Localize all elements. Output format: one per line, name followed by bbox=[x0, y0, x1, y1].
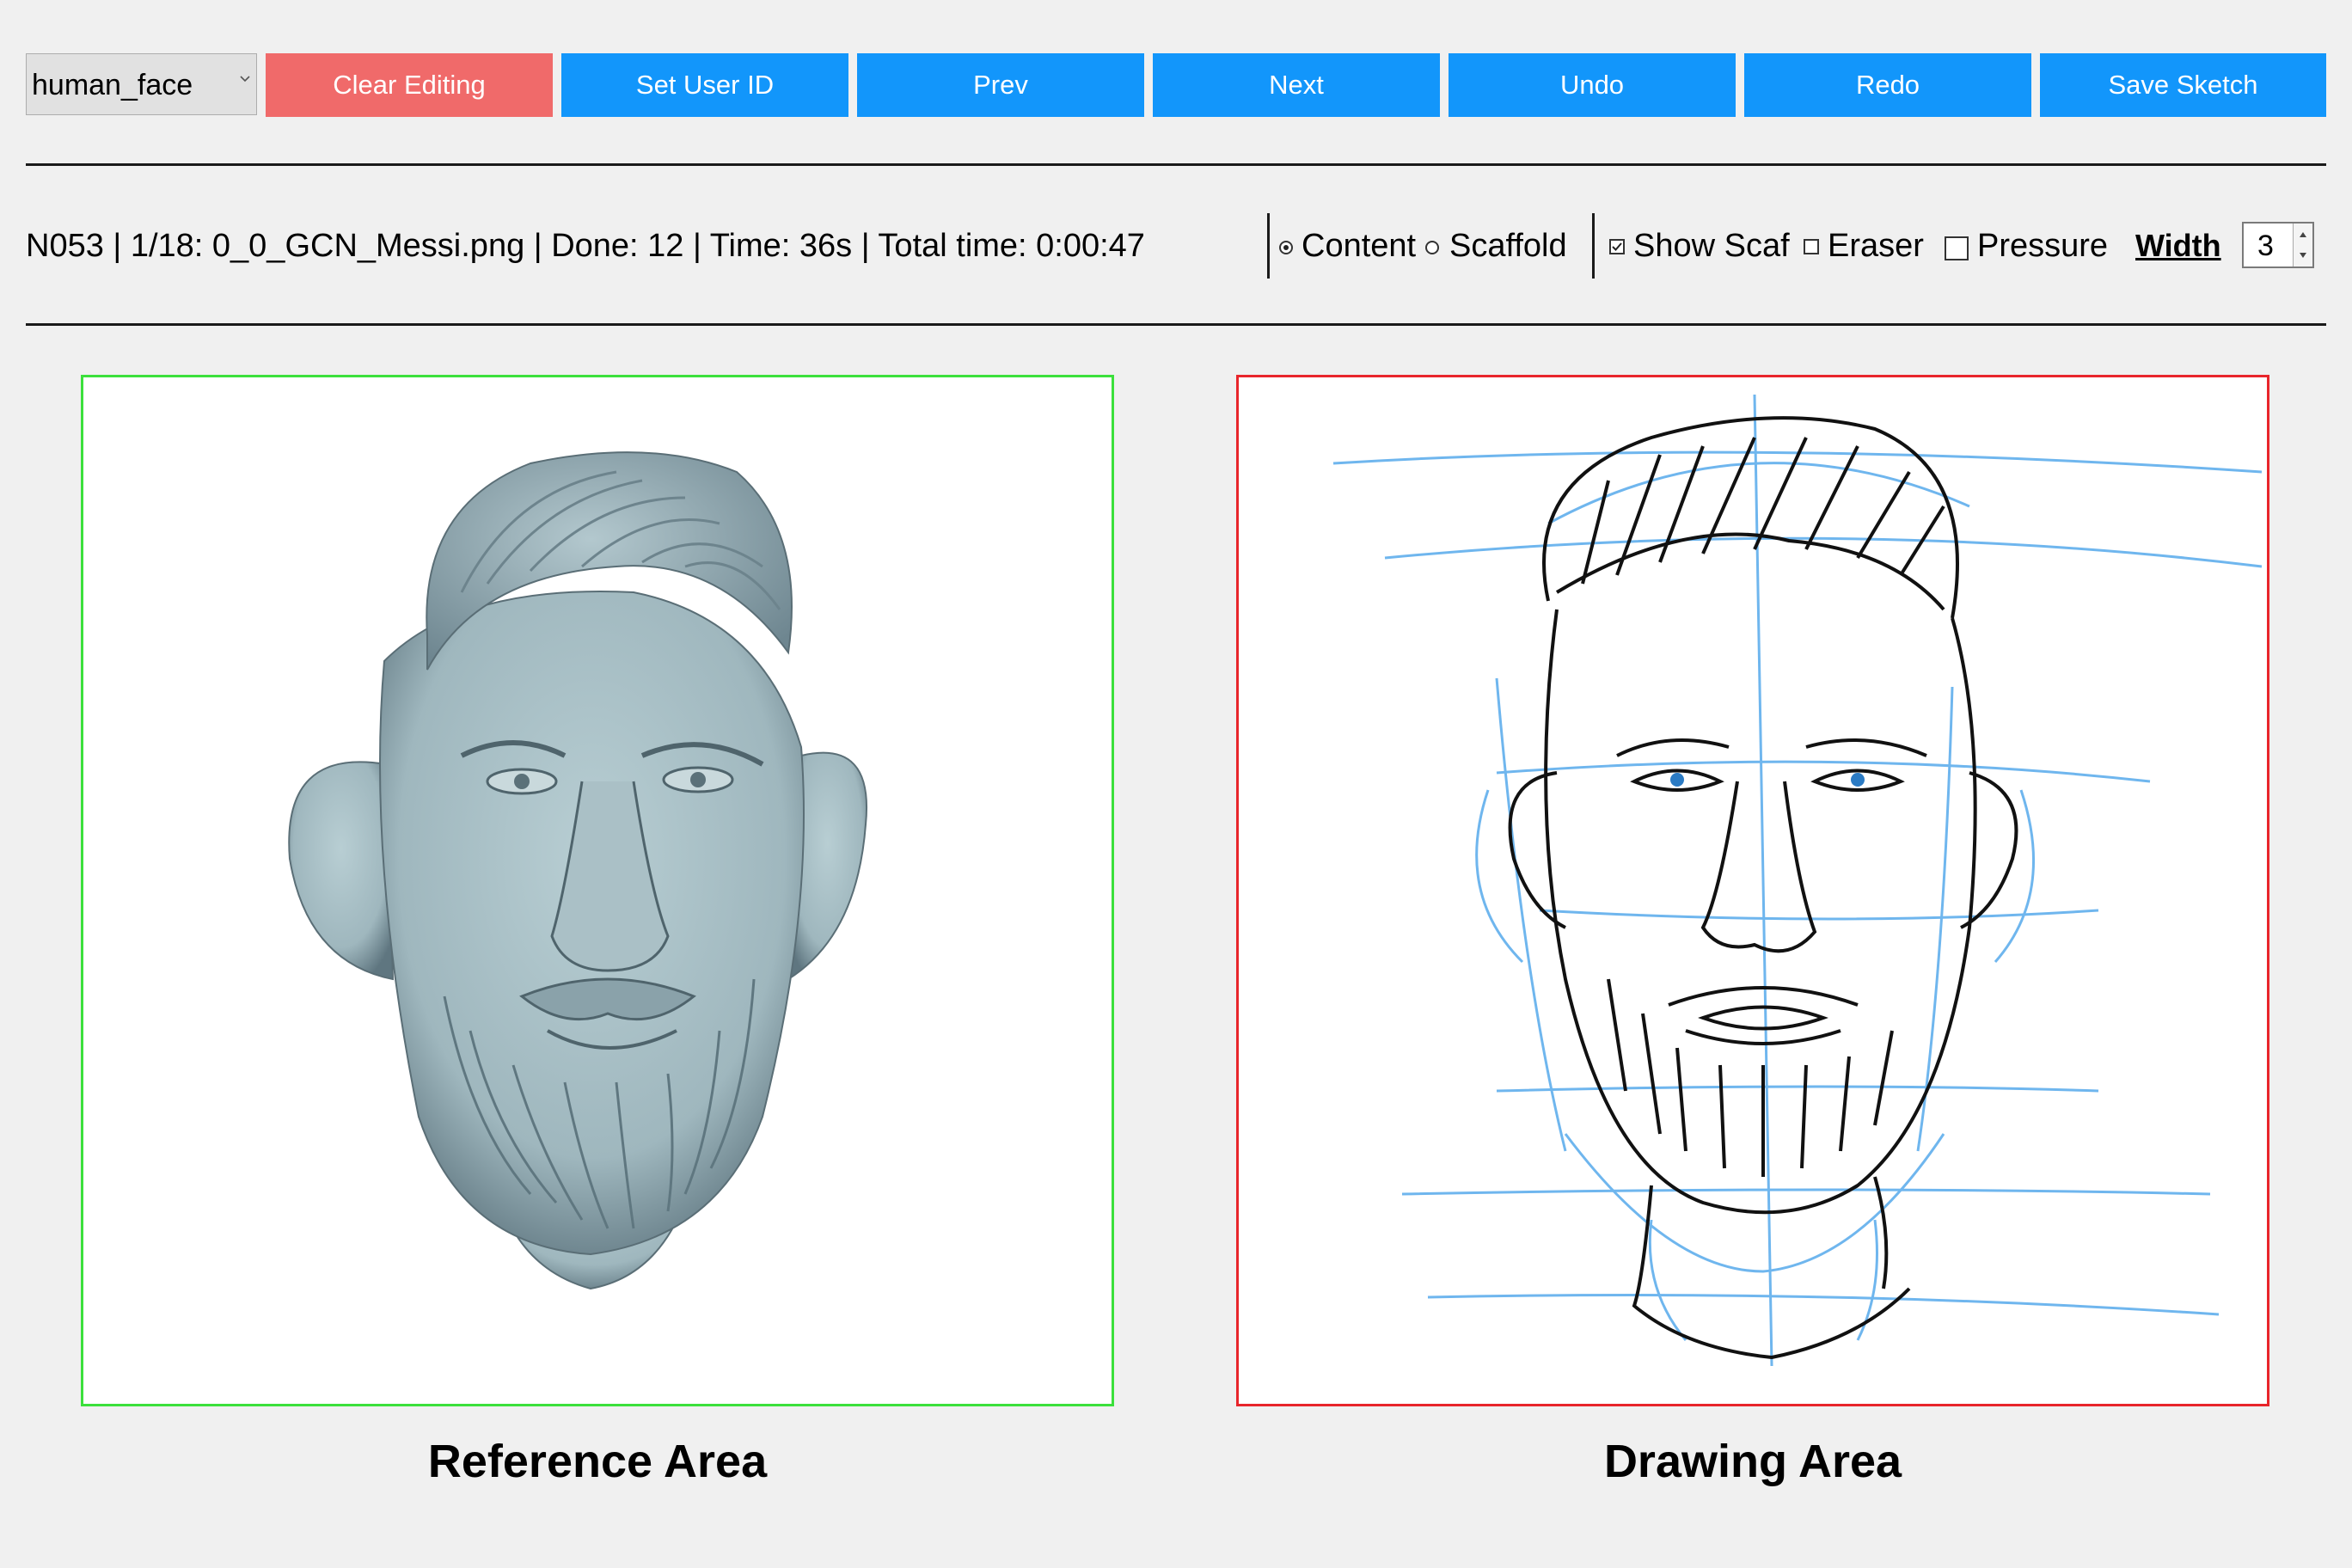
top-divider bbox=[26, 163, 2326, 166]
toolbar: human_face Clear Editing Set User ID Pre… bbox=[26, 53, 2326, 117]
save-sketch-button[interactable]: Save Sketch bbox=[2040, 53, 2326, 117]
options-separator bbox=[1592, 213, 1595, 279]
content-radio-label: Content bbox=[1302, 228, 1417, 264]
eraser-check-icon[interactable] bbox=[1804, 239, 1819, 254]
chevron-down-icon bbox=[240, 76, 250, 83]
reference-area bbox=[81, 375, 1114, 1406]
scaffold-radio-label: Scaffold bbox=[1449, 228, 1567, 264]
right-pupil bbox=[1851, 773, 1865, 787]
status-text: N053 | 1/18: 0_0_GCN_Messi.png | Done: 1… bbox=[26, 228, 1145, 264]
width-label: Width bbox=[2135, 228, 2221, 263]
drawing-canvas[interactable] bbox=[1239, 377, 2267, 1404]
mode-separator bbox=[1267, 213, 1270, 279]
spin-up-icon[interactable] bbox=[2294, 224, 2312, 245]
pressure-check-icon[interactable] bbox=[1945, 236, 1969, 260]
prev-button[interactable]: Prev bbox=[857, 53, 1144, 117]
width-value: 3 bbox=[2257, 230, 2274, 262]
show-scaf-check-icon[interactable] bbox=[1609, 239, 1625, 254]
next-button[interactable]: Next bbox=[1153, 53, 1440, 117]
middle-divider bbox=[26, 323, 2326, 326]
scaffold-radio-indicator[interactable] bbox=[1425, 241, 1439, 254]
pressure-label: Pressure bbox=[1977, 228, 2109, 264]
content-radio-indicator[interactable] bbox=[1279, 241, 1293, 254]
clear-editing-button[interactable]: Clear Editing bbox=[266, 53, 553, 117]
drawing-area-label: Drawing Area bbox=[1603, 1436, 1902, 1487]
reference-area-label: Reference Area bbox=[427, 1436, 768, 1487]
redo-button[interactable]: Redo bbox=[1744, 53, 2031, 117]
undo-button[interactable]: Undo bbox=[1449, 53, 1736, 117]
width-spinbox[interactable]: 3 bbox=[2242, 222, 2314, 268]
eraser-label: Eraser bbox=[1828, 228, 1924, 264]
category-select-value: human_face bbox=[32, 69, 193, 101]
spin-arrows[interactable] bbox=[2293, 224, 2312, 266]
spin-down-icon[interactable] bbox=[2294, 245, 2312, 266]
left-pupil bbox=[1670, 773, 1684, 787]
category-select[interactable]: human_face bbox=[26, 53, 257, 115]
reference-face-render bbox=[288, 451, 867, 1290]
drawing-area[interactable] bbox=[1236, 375, 2269, 1406]
set-user-id-button[interactable]: Set User ID bbox=[561, 53, 848, 117]
show-scaf-label: Show Scaf bbox=[1633, 228, 1790, 264]
status-row: N053 | 1/18: 0_0_GCN_Messi.png | Done: 1… bbox=[0, 213, 2352, 284]
